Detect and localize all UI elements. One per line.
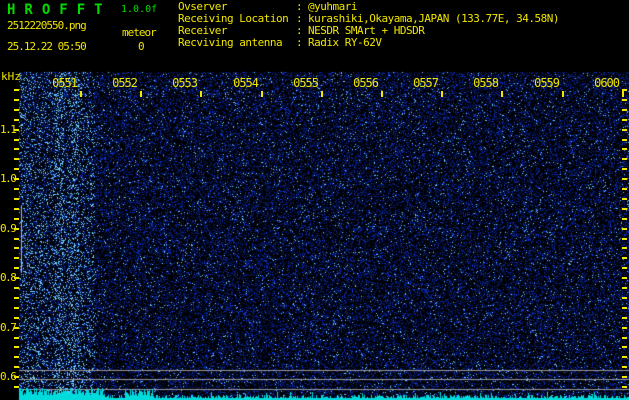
freq-tick: [14, 297, 19, 299]
freq-tick: [14, 148, 19, 150]
time-tick: [200, 91, 202, 97]
freq-tick: [14, 257, 19, 259]
time-tick: [562, 91, 564, 97]
time-label: 0551: [52, 76, 78, 90]
time-tick: [381, 91, 383, 97]
separator: :: [296, 36, 303, 49]
freq-tick: [622, 129, 627, 131]
freq-tick: [14, 188, 19, 190]
freq-tick: [14, 99, 19, 101]
time-tick: [622, 91, 624, 97]
time-label: 0553: [172, 76, 198, 90]
antenna-value: Radix RY-62V: [308, 36, 382, 49]
time-label: 0556: [353, 76, 379, 90]
freq-tick: [622, 346, 627, 348]
freq-tick: [622, 119, 627, 121]
freq-tick: [622, 376, 627, 378]
freq-tick: [622, 139, 627, 141]
hrofft-window: HROFFT 1.0.0f 2512220550.png meteor 25.1…: [0, 0, 629, 400]
time-label: 0554: [233, 76, 259, 90]
freq-tick: [14, 287, 19, 289]
freq-tick: [622, 188, 627, 190]
freq-label: 0.8: [0, 271, 17, 284]
freq-label: 0.6: [0, 370, 17, 383]
freq-tick: [622, 198, 627, 200]
freq-label: 1.1: [0, 123, 17, 136]
freq-tick: [622, 356, 627, 358]
time-label: 0559: [534, 76, 560, 90]
time-label: 0552: [112, 76, 138, 90]
freq-tick: [14, 89, 19, 91]
freq-tick: [622, 297, 627, 299]
freq-tick: [622, 267, 627, 269]
freq-tick: [622, 218, 627, 220]
freq-tick: [14, 198, 19, 200]
freq-label: 0.9: [0, 222, 17, 235]
app-version: 1.0.0f: [121, 4, 158, 15]
freq-tick: [622, 208, 627, 210]
freq-tick: [622, 307, 627, 309]
observation-timestamp: 25.12.22 05:50: [7, 40, 87, 53]
time-tick: [441, 91, 443, 97]
freq-tick: [14, 119, 19, 121]
freq-tick: [14, 158, 19, 160]
freq-tick: [622, 287, 627, 289]
freq-tick: [14, 109, 19, 111]
freq-label: 0.7: [0, 321, 17, 334]
meteor-count-label: meteor: [122, 26, 157, 39]
freq-tick: [14, 247, 19, 249]
frequency-axis-unit: kHz: [1, 70, 21, 83]
freq-tick: [14, 168, 19, 170]
freq-tick: [14, 356, 19, 358]
freq-tick: [622, 247, 627, 249]
freq-tick: [14, 218, 19, 220]
freq-tick: [622, 99, 627, 101]
output-filename: 2512220550.png: [7, 19, 87, 32]
freq-label: 1.0: [0, 172, 17, 185]
freq-tick: [14, 317, 19, 319]
freq-tick: [622, 327, 627, 329]
freq-tick: [14, 337, 19, 339]
freq-tick: [622, 109, 627, 111]
app-title: HROFFT: [7, 2, 112, 18]
spectrogram-canvas: [0, 0, 629, 400]
freq-tick: [14, 307, 19, 309]
freq-tick: [14, 208, 19, 210]
time-tick: [261, 91, 263, 97]
time-tick: [80, 91, 82, 97]
freq-tick: [14, 386, 19, 388]
observer-info-block: Ovserver: @yuhmari Receiving Location: kur…: [178, 1, 560, 49]
freq-tick: [14, 346, 19, 348]
time-tick: [321, 91, 323, 97]
time-label: 0600: [594, 76, 620, 90]
freq-tick: [622, 386, 627, 388]
meteor-count-value: 0: [138, 40, 145, 53]
time-label: 0555: [293, 76, 319, 90]
freq-tick: [622, 317, 627, 319]
freq-tick: [14, 238, 19, 240]
freq-tick: [622, 228, 627, 230]
time-label: 0558: [473, 76, 499, 90]
freq-tick: [622, 168, 627, 170]
freq-tick: [14, 267, 19, 269]
freq-tick: [14, 366, 19, 368]
freq-tick: [622, 366, 627, 368]
antenna-label: Recviving antenna: [178, 36, 283, 49]
freq-tick: [14, 139, 19, 141]
freq-tick: [622, 158, 627, 160]
freq-tick: [622, 178, 627, 180]
freq-tick: [622, 257, 627, 259]
antenna-row: Recviving antenna: Radix RY-62V: [178, 37, 559, 49]
time-label: 0557: [413, 76, 439, 90]
freq-tick: [622, 337, 627, 339]
freq-tick: [622, 148, 627, 150]
time-tick: [501, 91, 503, 97]
freq-tick: [622, 277, 627, 279]
freq-tick: [622, 238, 627, 240]
time-tick: [140, 91, 142, 97]
